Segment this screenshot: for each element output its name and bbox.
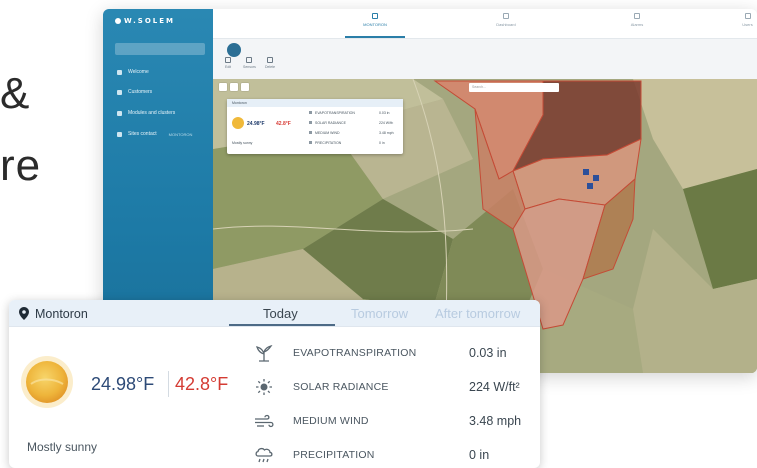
users-icon [744, 13, 751, 19]
background-heading-fragment-2: re [0, 141, 42, 190]
metric-evapotranspiration: EVAPOTRANSPIRATION 0.03 in [253, 344, 533, 362]
plant-icon [256, 344, 273, 362]
metric-name: SOLAR RADIANCE [293, 381, 389, 393]
weather-card-header: Montoron Today Tomorrow After tomorrow [9, 300, 540, 327]
weather-card-mini-header [227, 99, 403, 107]
alarm-icon [634, 13, 640, 19]
sidebar-item-customers[interactable]: Customers [117, 89, 152, 95]
temperature-low: 24.98°F [91, 374, 155, 394]
delete-button[interactable]: Delete [265, 57, 275, 69]
sensors-icon [246, 57, 253, 63]
plant-icon [309, 111, 312, 114]
metric-row-mini: PRECIPITATION 0 in [309, 141, 399, 146]
temp-high-mini: 42.8°F [276, 121, 291, 127]
tab-montoron[interactable]: MONTORON [345, 13, 405, 27]
temp-low-mini: 24.98°F [247, 121, 265, 127]
location-pin-icon [19, 307, 29, 320]
metric-precipitation: PRECIPITATION 0 in [253, 446, 533, 464]
sidebar-item-welcome[interactable]: Welcome [117, 69, 149, 75]
condition-mini: Mostly sunny [232, 141, 253, 145]
tab-dashboard[interactable]: Dashboard [476, 13, 536, 27]
metric-name: MEDIUM WIND [293, 415, 369, 427]
map-search-input[interactable]: Search... [469, 83, 559, 92]
weather-condition: Mostly sunny [27, 440, 98, 454]
location-name: Montoron [35, 307, 88, 321]
temperature-high: 42.8°F [175, 374, 229, 394]
sensors-button[interactable]: Sensors [243, 57, 256, 69]
tab-today[interactable]: Today [263, 306, 298, 321]
weather-card: Montoron Today Tomorrow After tomorrow 2… [9, 300, 540, 468]
sidebar-item-sites[interactable]: Sites contact MONTORON [117, 131, 192, 137]
logo-mark-icon [115, 18, 121, 24]
metric-name: PRECIPITATION [293, 449, 375, 461]
page: & re W.SOLEM Welcome Customers Modules a… [0, 0, 757, 468]
sun-rays-icon [256, 379, 272, 395]
metric-value: 0.03 in [469, 346, 507, 360]
app-logo[interactable]: W.SOLEM [115, 17, 175, 25]
sidebar-item-modules[interactable]: Modules and clusters [117, 110, 175, 116]
edit-button[interactable]: Edit [225, 57, 231, 69]
map-layers-button[interactable] [219, 83, 227, 91]
sun-icon [232, 117, 244, 129]
rain-icon [255, 447, 273, 463]
metric-row-mini: SOLAR RADIANCE 224 W/ft² [309, 121, 399, 126]
metric-solar-radiance: SOLAR RADIANCE 224 W/ft² [253, 378, 533, 396]
sun-icon [21, 356, 73, 408]
metric-value: 224 W/ft² [469, 380, 520, 394]
tab-users[interactable]: Users [738, 13, 757, 27]
active-tab-indicator [345, 36, 405, 38]
map-zoom-out-button[interactable] [241, 83, 249, 91]
dashboard-icon [503, 13, 509, 19]
sun-rays-icon [309, 121, 312, 124]
site-avatar [227, 43, 241, 57]
sites-icon [117, 131, 122, 137]
weather-location-mini: Montoron [232, 101, 247, 105]
modules-icon [117, 110, 122, 116]
top-navigation: MONTORON Dashboard Alarms Users [213, 9, 757, 39]
active-tab-indicator [229, 324, 335, 326]
rain-icon [309, 141, 312, 144]
metric-row-mini: EVAPOTRANSPIRATION 0.03 in [309, 111, 399, 116]
metric-value: 3.48 mph [469, 414, 522, 428]
user-icon [117, 89, 122, 95]
metric-row-mini: MEDIUM WIND 3.48 mph [309, 131, 399, 136]
wind-icon [309, 131, 312, 134]
metric-name: EVAPOTRANSPIRATION [293, 347, 417, 359]
metric-value: 0 in [469, 448, 490, 462]
map-zoom-in-button[interactable] [230, 83, 238, 91]
tab-tomorrow[interactable]: Tomorrow [351, 306, 408, 321]
home-icon [117, 69, 122, 75]
wind-icon [255, 414, 274, 428]
temperature-divider [168, 371, 169, 397]
background-heading-fragment: & [0, 69, 31, 118]
trash-icon [267, 57, 274, 63]
site-icon [372, 13, 378, 19]
weather-card-mini: Montoron 24.98°F 42.8°F Mostly sunny EVA… [227, 99, 403, 154]
tab-after-tomorrow[interactable]: After tomorrow [435, 306, 520, 321]
site-toolbar: Edit Sensors Delete [213, 39, 757, 79]
metric-medium-wind: MEDIUM WIND 3.48 mph [253, 412, 533, 430]
sidebar-search-input[interactable] [115, 43, 205, 55]
edit-icon [225, 57, 232, 63]
tab-alarms[interactable]: Alarms [607, 13, 667, 27]
